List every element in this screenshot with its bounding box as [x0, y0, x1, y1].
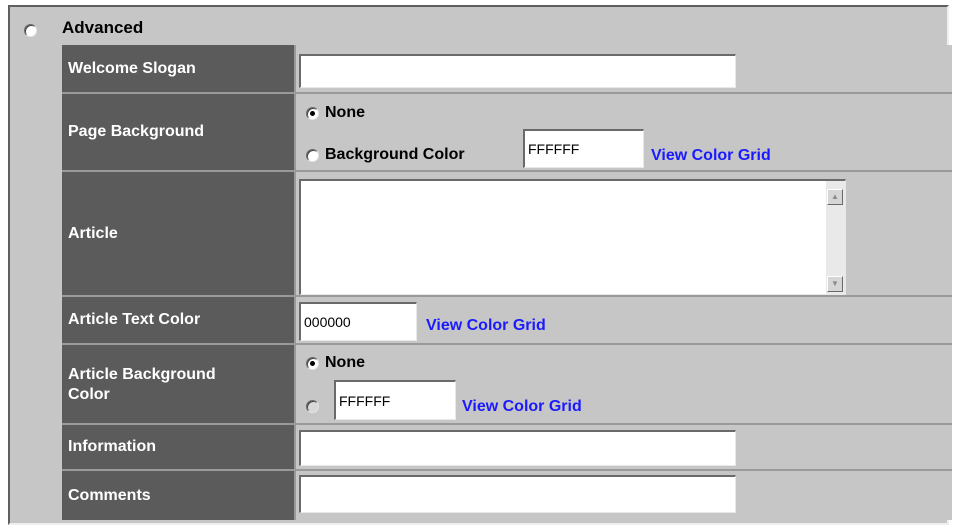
article-text-color-input[interactable] [299, 302, 417, 341]
welcome-slogan-cell [296, 45, 952, 94]
scroll-up-icon[interactable]: ▲ [827, 189, 843, 205]
article-background-color-label: Article Background Color [62, 345, 294, 425]
comments-label: Comments [62, 471, 294, 520]
article-background-view-color-grid-link[interactable]: View Color Grid [462, 398, 582, 416]
page-background-none-radio[interactable] [306, 107, 319, 120]
comments-input[interactable] [299, 475, 736, 513]
welcome-slogan-label-text: Welcome Slogan [68, 59, 196, 77]
article-text-color-view-color-grid-link[interactable]: View Color Grid [426, 317, 546, 335]
article-background-color-cell: None View Color Grid [296, 345, 952, 425]
advanced-settings-table: Welcome Slogan Page Background None Back… [62, 45, 952, 520]
page-background-label-text: Page Background [68, 123, 205, 140]
article-background-color-input[interactable] [334, 380, 456, 420]
article-background-none-radio[interactable] [306, 357, 319, 370]
page-background-color-input[interactable] [523, 129, 644, 168]
information-label: Information [62, 425, 294, 471]
page-background-cell: None Background Color View Color Grid [296, 94, 952, 172]
welcome-slogan-label: Welcome Slogan [62, 45, 294, 94]
article-label: Article [62, 172, 294, 297]
welcome-slogan-input[interactable] [299, 54, 736, 88]
page-background-color-label: Background Color [325, 146, 465, 163]
article-textarea[interactable]: ▲ ▼ [299, 179, 846, 295]
page-background-none-label: None [325, 104, 365, 121]
information-input[interactable] [299, 430, 736, 466]
information-label-text: Information [68, 438, 156, 455]
advanced-label: Advanced [62, 18, 144, 37]
article-text-color-label-text: Article Text Color [68, 311, 201, 328]
article-background-color-label-line2: Color [68, 386, 110, 403]
article-background-color-label-line1: Article Background [68, 366, 216, 383]
information-cell [296, 425, 952, 471]
article-background-color-radio[interactable] [306, 400, 319, 413]
page-background-view-color-grid-link[interactable]: View Color Grid [651, 147, 771, 165]
article-cell: ▲ ▼ [296, 172, 952, 297]
page-background-label: Page Background [62, 94, 294, 172]
article-scrollbar[interactable]: ▲ ▼ [826, 181, 845, 294]
advanced-radio[interactable] [24, 24, 37, 37]
page-background-color-radio[interactable] [306, 149, 319, 162]
article-label-text: Article [68, 224, 118, 242]
article-text-color-label: Article Text Color [62, 297, 294, 345]
comments-label-text: Comments [68, 486, 151, 504]
article-background-color-label-text: Article Background Color [68, 365, 216, 405]
scroll-down-icon[interactable]: ▼ [827, 276, 843, 292]
article-text-color-cell: View Color Grid [296, 297, 952, 345]
article-background-none-label: None [325, 354, 365, 371]
comments-cell [296, 471, 952, 520]
